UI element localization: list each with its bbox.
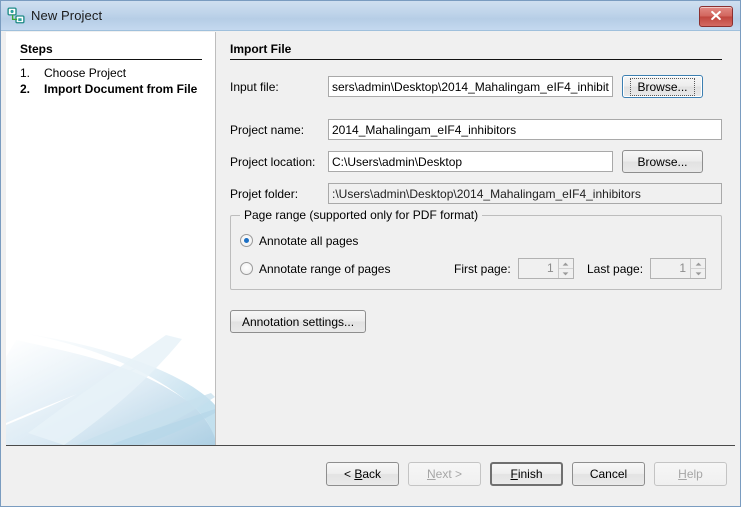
title-bar: New Project: [1, 1, 740, 31]
input-file-field[interactable]: [328, 76, 613, 97]
step-number: 2.: [20, 82, 31, 96]
annotation-settings-button[interactable]: Annotation settings...: [230, 310, 366, 333]
last-page-decrement-icon[interactable]: [691, 269, 706, 278]
close-button[interactable]: [699, 6, 733, 27]
close-icon: [711, 10, 721, 21]
first-page-increment-icon[interactable]: [558, 259, 573, 269]
main-pane: Import File Input file: Browse... Projec…: [216, 32, 735, 445]
steps-pane: Steps 1. Choose Project 2. Import Docume…: [6, 32, 216, 445]
annotation-settings-label: Annotation settings...: [241, 314, 355, 329]
first-page-arrows[interactable]: [557, 259, 573, 278]
browse-input-file-button[interactable]: Browse...: [622, 75, 703, 98]
annotate-all-pages-row[interactable]: Annotate all pages: [240, 232, 358, 249]
back-button[interactable]: < Back: [326, 461, 399, 486]
finish-button[interactable]: Finish: [490, 461, 563, 486]
wizard-button-bar: < Back Next > Finish Cancel Help: [6, 447, 735, 500]
first-page-label: First page:: [454, 261, 511, 276]
cancel-button[interactable]: Cancel: [572, 461, 645, 486]
browse-project-location-button[interactable]: Browse...: [622, 150, 703, 173]
first-page-value: 1: [547, 261, 554, 275]
first-page-spinner[interactable]: 1: [517, 258, 574, 279]
help-button[interactable]: Help: [654, 461, 727, 486]
page-range-groupbox: Page range (supported only for PDF forma…: [230, 208, 722, 290]
step-number: 1.: [20, 66, 31, 80]
project-folder-label: Projet folder:: [230, 186, 299, 201]
panel-heading: Import File: [230, 42, 722, 60]
browse-input-file-label: Browse...: [630, 77, 695, 96]
annotate-range-row[interactable]: Annotate range of pages: [240, 260, 390, 277]
last-page-increment-icon[interactable]: [691, 259, 706, 269]
project-folder-field: [328, 183, 722, 204]
page-range-legend: Page range (supported only for PDF forma…: [240, 208, 483, 222]
last-page-spinner[interactable]: 1: [650, 258, 707, 279]
new-project-dialog: New Project Steps 1. Choose Project 2. I…: [0, 0, 741, 507]
last-page-label: Last page:: [587, 261, 644, 276]
step-item-1: 1. Choose Project: [20, 66, 206, 81]
annotate-range-label: Annotate range of pages: [259, 261, 391, 276]
project-name-label: Project name:: [230, 122, 305, 137]
project-folder-row: Projet folder:: [230, 183, 722, 204]
project-location-label: Project location:: [230, 154, 316, 169]
decorative-swoosh-graphic: [6, 333, 215, 445]
dialog-content: Steps 1. Choose Project 2. Import Docume…: [6, 32, 735, 446]
last-page-group: Last page: 1: [587, 258, 707, 279]
project-network-icon: [7, 6, 25, 23]
input-file-label: Input file:: [230, 79, 279, 94]
project-location-field[interactable]: [328, 151, 613, 172]
cancel-button-label: Cancel: [589, 466, 628, 481]
steps-heading: Steps: [20, 42, 202, 60]
steps-list: 1. Choose Project 2. Import Document fro…: [20, 66, 206, 98]
step-label: Choose Project: [44, 66, 127, 80]
project-name-row: Project name:: [230, 119, 722, 140]
last-page-arrows[interactable]: [690, 259, 706, 278]
first-page-decrement-icon[interactable]: [558, 269, 573, 278]
input-file-row: Input file: Browse...: [230, 75, 722, 98]
first-page-group: First page: 1: [454, 258, 574, 279]
last-page-value: 1: [679, 261, 687, 275]
project-location-row: Project location: Browse...: [230, 150, 722, 173]
step-label: Import Document from File: [44, 82, 198, 96]
project-name-field[interactable]: [328, 119, 722, 140]
annotate-all-pages-label: Annotate all pages: [259, 233, 359, 248]
annotate-all-pages-radio[interactable]: [240, 234, 253, 247]
next-button[interactable]: Next >: [408, 461, 481, 486]
window-title: New Project: [31, 8, 103, 23]
browse-project-location-label: Browse...: [637, 154, 688, 169]
annotate-range-radio[interactable]: [240, 262, 253, 275]
step-item-2: 2. Import Document from File: [20, 82, 206, 97]
